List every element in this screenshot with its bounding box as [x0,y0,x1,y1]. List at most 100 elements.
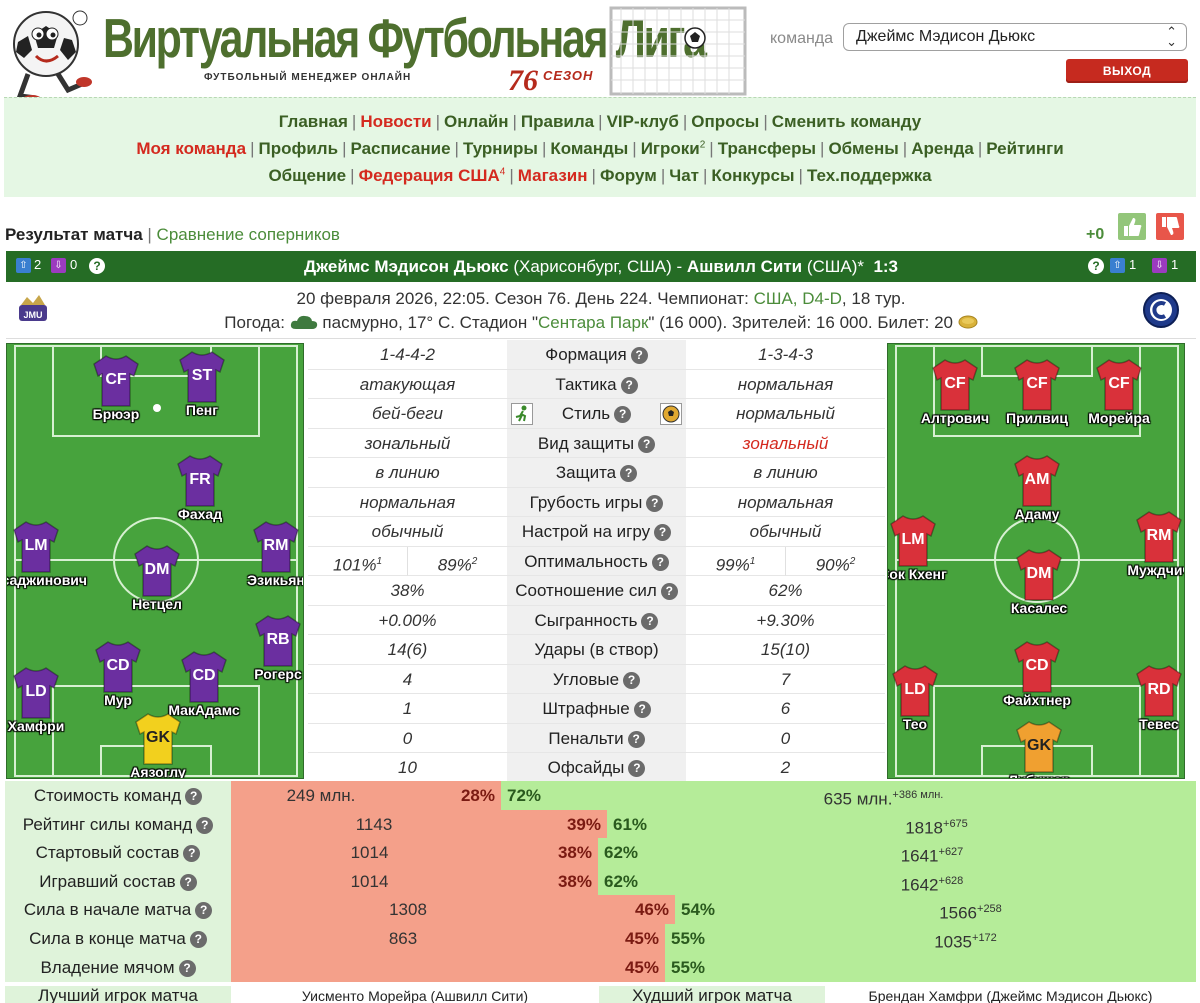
logout-button[interactable]: ВЫХОД [1066,59,1188,83]
nav-profile[interactable]: Профиль [258,139,338,158]
home-player[interactable]: CD МакАдамс [168,650,240,720]
nav-federation[interactable]: Федерация США [359,166,500,185]
home-team-name[interactable]: Джеймс Мэдисон Дьюкс [304,257,509,276]
help-icon[interactable]: ? [620,465,638,482]
nav-news[interactable]: Новости [360,112,431,131]
nav-contests[interactable]: Конкурсы [711,166,794,185]
nav-rules[interactable]: Правила [521,112,594,131]
home-player[interactable]: DM Нетцел [122,544,192,614]
player-name[interactable]: Тео [888,716,980,732]
thumb-up-icon[interactable] [1118,213,1146,240]
home-player[interactable]: RM Эзикьян [241,520,303,590]
stat-label: Штрафные? [507,694,686,724]
home-percent: 45% [624,929,659,948]
away-player[interactable]: RM Муждчич [1124,510,1184,580]
nav-support[interactable]: Тех.поддержка [807,166,932,185]
away-player[interactable]: GKЛубушер [1004,720,1074,778]
away-player[interactable]: LMСок Кхенг [888,514,948,584]
team-select[interactable]: Джеймс Мэдисон Дьюкс ⌃ ⌄ [843,23,1187,51]
nav-exchanges[interactable]: Обмены [828,139,898,158]
tab-compare-opponents[interactable]: Сравнение соперников [157,225,340,244]
home-player[interactable]: ST Пенг [167,350,237,420]
home-player[interactable]: CD Мур [83,640,153,710]
nav-ratings[interactable]: Рейтинги [986,139,1063,158]
help-icon[interactable]: ? [654,524,672,541]
away-player[interactable]: LD Тео [888,664,950,734]
away-player[interactable]: RD Тевес [1124,664,1184,734]
team-select-value: Джеймс Мэдисон Дьюкс [856,28,1036,45]
away-player[interactable]: CD Файхтнер [1002,640,1072,710]
help-icon[interactable]: ? [1088,258,1104,274]
player-name[interactable]: Муждчич [1094,562,1184,578]
help-icon[interactable]: ? [623,671,641,689]
nav-my-team[interactable]: Моя команда [136,139,246,158]
player-name[interactable]: Морейра [1054,410,1184,426]
nav-shop[interactable]: Магазин [518,166,588,185]
stat-home-value: в линию [308,458,507,488]
away-team-name[interactable]: Ашвилл Сити [687,257,802,276]
help-icon[interactable]: ? [614,406,632,423]
player-name[interactable]: Нетцел [92,596,222,612]
away-player[interactable]: CF Морейра [1084,358,1154,428]
away-player[interactable]: AM Адаму [1002,454,1072,524]
help-icon[interactable]: ? [185,788,203,805]
nav-home[interactable]: Главная [279,112,348,131]
nav-tournaments[interactable]: Турниры [463,139,538,158]
home-player[interactable]: GK Аязоглу [123,712,193,778]
mascot-logo-icon[interactable] [2,4,94,108]
home-player[interactable]: RB Рогерс [243,614,303,684]
help-icon[interactable]: ? [179,873,197,891]
nav-communication[interactable]: Общение [268,166,346,185]
help-icon[interactable]: ? [196,816,214,834]
nav-chat[interactable]: Чат [669,166,699,185]
help-icon[interactable]: ? [646,494,664,512]
player-name[interactable]: Тевес [1094,716,1184,732]
tab-match-result[interactable]: Результат матча [5,225,143,244]
player-name[interactable]: Файхтнер [972,692,1102,708]
nav-transfers[interactable]: Трансферы [718,139,816,158]
player-name[interactable]: Лубушер [974,772,1104,778]
worst-player-name[interactable]: Брендан Хамфри (Джеймс Мэдисон Дьюкс) [825,986,1196,1003]
help-icon[interactable]: ? [620,376,638,394]
help-icon[interactable]: ? [627,730,645,748]
player-name[interactable]: Эзикьян [211,572,303,588]
thumb-down-icon[interactable] [1156,213,1184,240]
home-player[interactable]: LD Хамфри [7,666,71,736]
nav-forum[interactable]: Форум [600,166,657,185]
championship-link[interactable]: США, D4-D [754,289,842,308]
stat-away-value: 15(10) [686,635,885,665]
nav-online[interactable]: Онлайн [444,112,508,131]
help-icon[interactable]: ? [183,845,201,863]
home-player[interactable]: LMХусаджинович [7,520,87,590]
player-name[interactable]: Адаму [972,506,1102,522]
help-icon[interactable]: ? [178,959,196,977]
best-player-name[interactable]: Уисменто Морейра (Ашвилл Сити) [231,986,599,1003]
player-name[interactable]: Хусаджинович [7,572,101,588]
help-icon[interactable]: ? [189,931,207,948]
player-name[interactable]: Пенг [137,402,267,418]
player-name[interactable]: Хамфри [7,718,101,734]
away-player[interactable]: DM Касалес [1004,548,1074,618]
help-icon[interactable]: ? [641,612,659,630]
help-icon[interactable]: ? [195,902,213,920]
nav-teams[interactable]: Команды [550,139,628,158]
stat-away-value: зональный [686,429,885,458]
player-name[interactable]: Аязоглу [93,764,223,778]
help-icon[interactable]: ? [628,760,646,777]
nav-loan[interactable]: Аренда [911,139,974,158]
help-icon[interactable]: ? [630,347,648,364]
away-team-logo-icon[interactable] [1142,291,1180,329]
help-icon[interactable]: ? [638,435,656,453]
nav-schedule[interactable]: Расписание [350,139,450,158]
help-icon[interactable]: ? [633,701,651,718]
nav-players[interactable]: Игроки [641,139,700,158]
stadium-link[interactable]: Сентара Парк [538,313,648,332]
home-player[interactable]: FR Фахад [165,454,235,524]
player-name[interactable]: Касалес [974,600,1104,616]
nav-vip[interactable]: VIP-клуб [607,112,679,131]
help-icon[interactable]: ? [651,553,669,571]
help-icon[interactable]: ? [660,583,678,600]
nav-change-team[interactable]: Сменить команду [772,112,922,131]
nav-polls[interactable]: Опросы [691,112,759,131]
player-name[interactable]: Сок Кхенг [888,566,978,582]
